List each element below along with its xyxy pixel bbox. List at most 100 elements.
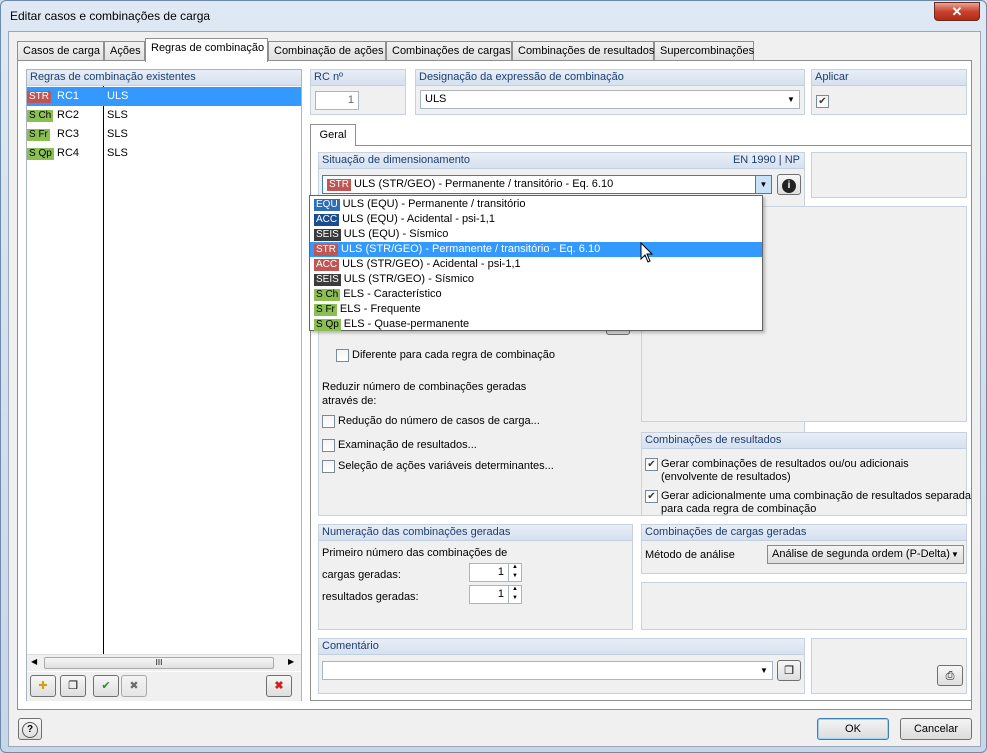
tab-casos-de-carga[interactable]: Casos de carga [17,41,104,61]
dropdown-option[interactable]: ACC ULS (EQU) - Acidental - psi-1,1 [310,212,762,227]
badge-str: STR [27,91,51,103]
different-each-label: Diferente para cada regra de combinação [352,349,556,361]
comment-library-button[interactable]: ❐ [777,660,801,681]
generate-result-combos-checkbox[interactable] [645,458,658,471]
scroll-left-icon[interactable]: ◀ [31,657,37,666]
rules-panel: Regras de combinação existentes STR RC1 … [26,69,302,701]
delete-rule-button[interactable]: ✖ [266,675,292,697]
dropdown-option[interactable]: SEIS ULS (EQU) - Sísmico [310,227,762,242]
cancel-button[interactable]: Cancelar [900,718,972,740]
separate-result-combo-checkbox[interactable] [645,490,658,503]
reduce-load-cases-checkbox[interactable] [322,415,335,428]
select-variable-actions-checkbox[interactable] [322,460,335,473]
info-icon: i [782,179,796,193]
analysis-method-select[interactable]: Análise de segunda ordem (P-Delta) ▼ [767,545,964,564]
comment-input[interactable]: ▼ [322,661,773,680]
numbering-group: Numeração das combinações geradas Primei… [318,524,633,630]
analysis-method-label: Método de análise [645,549,735,561]
dropdown-option[interactable]: ACC ULS (STR/GEO) - Acidental - psi-1,1 [310,257,762,272]
check-icon: ✔ [101,680,111,692]
info-button[interactable]: i [777,174,801,195]
copy-rule-button[interactable]: ❐ [60,675,86,697]
tab-geral[interactable]: Geral [310,124,356,146]
delete-all-button[interactable]: ✖ [121,675,147,697]
library-icon: ❐ [784,665,794,677]
rules-header: Regras de combinação existentes [27,70,301,86]
rule-id: RC1 [57,90,80,102]
separate-result-combo-label-2: para cada regra de combinação [661,503,817,515]
badge-seis: SEIS [314,274,341,286]
ok-button[interactable]: OK [817,718,889,740]
option-text: ULS (STR/GEO) - Permanente / transitório… [341,243,601,255]
dropdown-option[interactable]: S Fr ELS - Frequente [310,302,762,317]
generate-result-combos-label-2: (envolvente de resultados) [661,471,791,483]
analysis-method-value: Análise de segunda ordem (P-Delta) [772,548,950,560]
numbering-header: Numeração das combinações geradas [319,525,632,541]
reduce-load-cases-label: Redução do número de casos de carga... [338,415,540,427]
tab-combinacoes-de-cargas[interactable]: Combinações de cargas [386,41,512,61]
option-text: ULS (STR/GEO) - Sísmico [343,273,474,285]
check-rule-button[interactable]: ✔ [93,675,119,697]
new-icon: ✚ [38,680,48,692]
dropdown-option[interactable]: SEIS ULS (STR/GEO) - Sísmico [310,272,762,287]
dropdown-option[interactable]: S Ch ELS - Característico [310,287,762,302]
rule-name: SLS [107,109,128,121]
examine-results-label: Examinação de resultados... [338,439,477,451]
different-each-checkbox[interactable] [336,349,349,362]
design-situation-value: ULS (STR/GEO) - Permanente / transitório… [354,178,614,190]
design-situation-label: Situação de dimensionamento EN 1990 | NP [319,153,804,169]
dropdown-option[interactable]: S Qp ELS - Quase-permanente [310,317,762,332]
generated-combos-header: Combinações de cargas geradas [642,525,966,541]
rule-name: SLS [107,128,128,140]
badge-acc: ACC [314,259,340,271]
designation-select[interactable]: ULS ▼ [420,90,800,109]
horizontal-scrollbar[interactable]: ◀ III ▶ [27,654,301,671]
apply-checkbox[interactable] [816,95,829,108]
design-situation-dropdown: EQU ULS (EQU) - Permanente / transitório … [309,195,763,331]
tab-combinacoes-de-resultados[interactable]: Combinações de resultados [512,41,654,61]
badge-sqp: S Qp [314,319,341,331]
dialog-window: Editar casos e combinações de carga ✕ Ca… [0,0,987,753]
dropdown-option[interactable]: EQU ULS (EQU) - Permanente / transitório [310,197,762,212]
chevron-down-icon[interactable]: ▼ [783,91,799,108]
tab-combinacao-de-acoes[interactable]: Combinação de ações [268,41,386,61]
scroll-right-icon[interactable]: ▶ [288,657,294,666]
chevron-down-icon[interactable]: ▼ [755,176,771,193]
option-text: ULS (STR/GEO) - Acidental - psi-1,1 [342,258,521,270]
import-button[interactable]: ⎙ [937,665,963,686]
tab-regras-de-combinacao[interactable]: Regras de combinação [145,38,268,62]
list-item[interactable]: STR RC1 ULS [27,87,301,106]
list-item[interactable]: S Fr RC3 SLS [27,125,301,144]
result-combos-number-field[interactable]: 1 ▲ ▼ [469,585,522,604]
load-combos-stepper[interactable]: ▲ ▼ [508,563,521,582]
tab-acoes[interactable]: Ações [104,41,145,61]
result-combos-stepper[interactable]: ▲ ▼ [508,585,521,604]
rule-name: ULS [107,90,129,102]
badge-sqp: S Qp [27,148,54,160]
chevron-down-icon[interactable]: ▼ [947,546,963,563]
rc-number-field[interactable]: 1 [315,91,359,110]
badge-sch: S Ch [27,110,54,122]
design-situation-select[interactable]: STR ULS (STR/GEO) - Permanente / transitó… [322,175,772,194]
scroll-thumb[interactable]: III [44,657,274,669]
examine-results-checkbox[interactable] [322,439,335,452]
rule-name: SLS [107,147,128,159]
help-button[interactable]: ? [18,718,42,740]
new-rule-button[interactable]: ✚ [30,675,56,697]
tab-supercombinacoes[interactable]: Supercombinações [654,41,754,61]
load-combos-number-field[interactable]: 1 ▲ ▼ [469,563,522,582]
import-icon: ⎙ [945,670,955,682]
empty-box [641,582,967,630]
badge-str: STR [314,244,338,256]
list-item[interactable]: S Ch RC2 SLS [27,106,301,125]
close-button[interactable]: ✕ [934,2,980,21]
dialog-client: Casos de carga Ações Regras de combinaçã… [8,31,981,747]
list-item[interactable]: S Qp RC4 SLS [27,144,301,163]
tab-panel: Regras de combinação existentes STR RC1 … [17,60,972,710]
option-text: ULS (EQU) - Sísmico [343,228,449,240]
select-variable-actions-label: Seleção de ações variáveis determinantes… [338,460,554,472]
dropdown-option-selected[interactable]: STR ULS (STR/GEO) - Permanente / transitó… [310,242,762,257]
chevron-down-icon[interactable]: ▼ [756,662,772,679]
load-combos-label: cargas geradas: [322,569,401,581]
badge-seis: SEIS [314,229,341,241]
